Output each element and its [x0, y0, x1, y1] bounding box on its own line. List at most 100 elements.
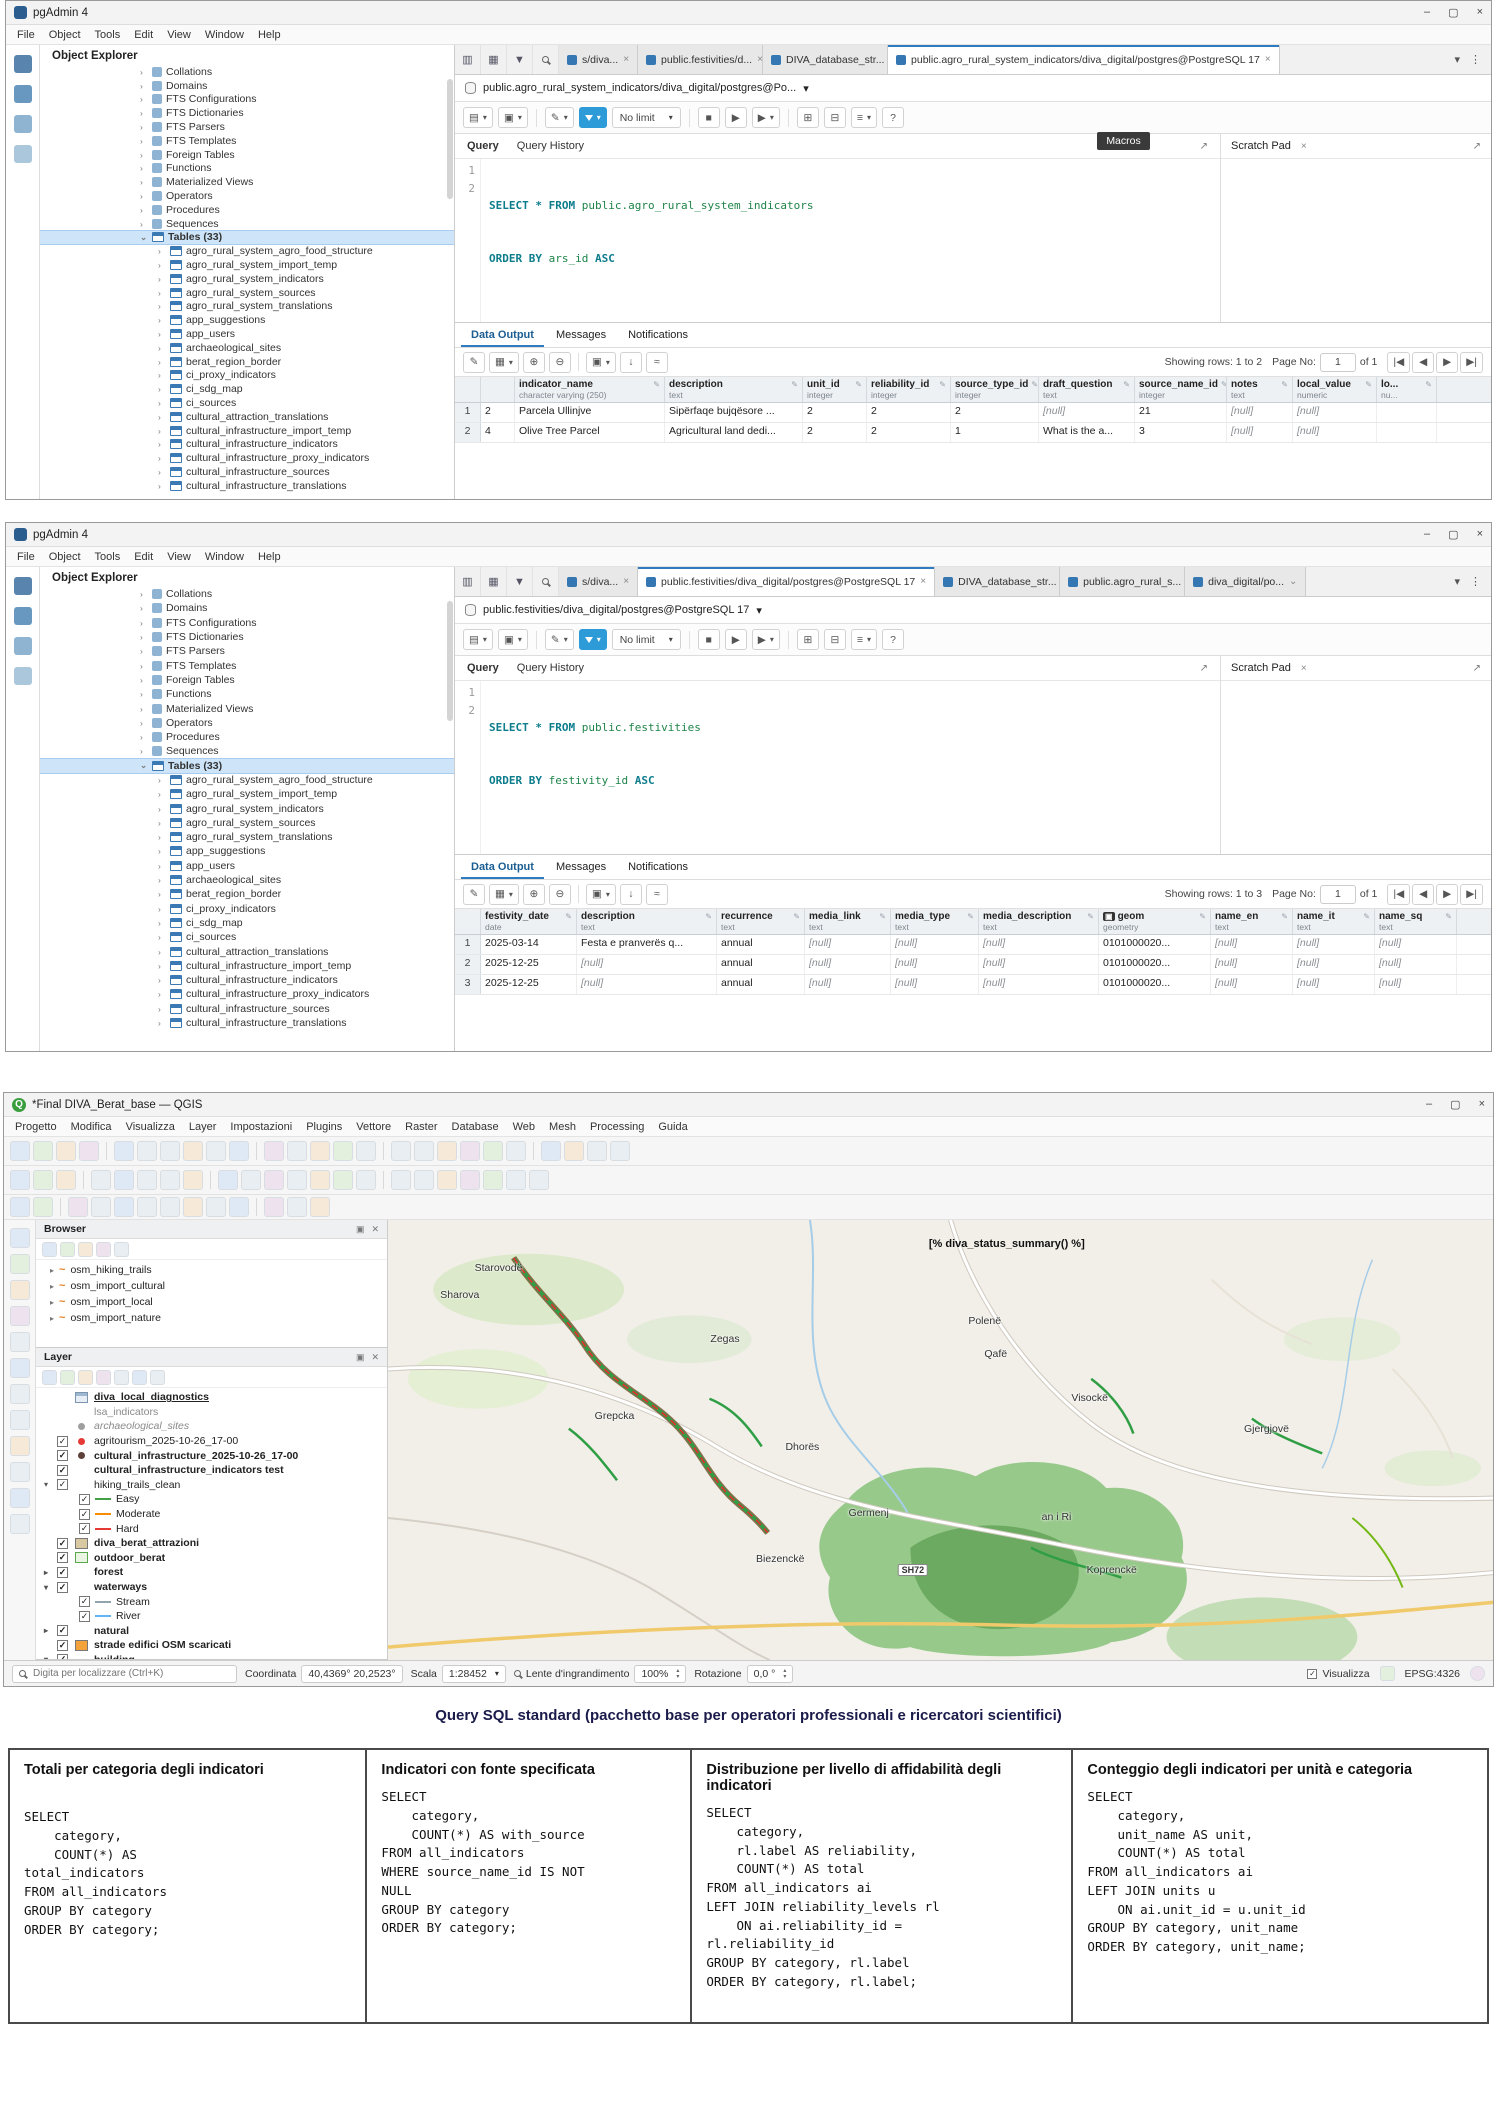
browser-item[interactable]: ▸ ~ osm_import_nature	[36, 1310, 387, 1326]
toolbar-icon[interactable]	[137, 1197, 157, 1217]
page-input[interactable]: 1	[1320, 353, 1356, 372]
chevron-right-icon[interactable]: ›	[140, 732, 148, 742]
chevron-right-icon[interactable]: ›	[158, 861, 166, 871]
chevron-right-icon[interactable]: ›	[158, 412, 166, 422]
tree-item[interactable]: › Procedures	[40, 203, 454, 217]
settings-icon[interactable]	[14, 145, 32, 163]
layer-item[interactable]: archaeological_sites	[36, 1419, 387, 1434]
panel-tool-icon[interactable]	[60, 1370, 75, 1385]
filter-icon[interactable]: ▼	[507, 45, 533, 74]
locator-input[interactable]	[31, 1667, 230, 1680]
copy-button[interactable]: ▦▾	[489, 352, 519, 373]
commit-button[interactable]: ⊞	[797, 629, 819, 650]
tree-item-table[interactable]: › app_suggestions	[40, 313, 454, 327]
tree-item[interactable]: › Sequences	[40, 217, 454, 231]
panel-tool-icon[interactable]	[60, 1242, 75, 1257]
layer-checkbox[interactable]	[79, 1611, 90, 1622]
table-row[interactable]: 1 2025-03-14 Festa e pranverës q... annu…	[455, 935, 1491, 955]
layer-checkbox[interactable]	[57, 1465, 68, 1476]
layer-checkbox[interactable]	[57, 1625, 68, 1636]
toolbar-icon[interactable]	[264, 1170, 284, 1190]
chevron-right-icon[interactable]: ›	[158, 370, 166, 380]
open-file-button[interactable]: ▤▾	[463, 629, 493, 650]
chevron-right-icon[interactable]: ›	[140, 718, 148, 728]
tab[interactable]: s/diva... ×	[559, 45, 638, 74]
browser-item[interactable]: ▸ ~ osm_import_local	[36, 1294, 387, 1310]
tool-icon[interactable]	[10, 1436, 30, 1456]
close-icon[interactable]	[1477, 528, 1483, 541]
maximize-icon[interactable]	[1448, 6, 1458, 19]
menu-item[interactable]: File	[10, 550, 42, 564]
tool-icon[interactable]	[10, 1488, 30, 1508]
tree-item[interactable]: › Procedures	[40, 730, 454, 744]
query-tool-icon[interactable]: ▥	[455, 567, 481, 596]
chevron-right-icon[interactable]: ›	[158, 1018, 166, 1028]
toolbar-icon[interactable]	[183, 1197, 203, 1217]
column-header[interactable]: media_description text	[979, 909, 1099, 934]
toolbar-icon[interactable]	[79, 1141, 99, 1161]
toolbar-icon[interactable]	[183, 1170, 203, 1190]
chevron-right-icon[interactable]: ›	[158, 357, 166, 367]
toolbar-icon[interactable]	[287, 1197, 307, 1217]
delete-button[interactable]: ⊖	[549, 884, 571, 905]
panel-tool-icon[interactable]	[150, 1370, 165, 1385]
expander-icon[interactable]	[44, 1655, 53, 1659]
rollback-button[interactable]: ⊟	[824, 107, 846, 128]
toolbar-icon[interactable]	[356, 1170, 376, 1190]
title-bar[interactable]: pgAdmin 4	[6, 1, 1491, 25]
column-header[interactable]: media_type text	[891, 909, 979, 934]
schema-diagram-icon[interactable]: ▦	[481, 45, 507, 74]
help-button[interactable]: ?	[882, 107, 904, 128]
tree-item-table[interactable]: › cultural_infrastructure_indicators	[40, 973, 454, 987]
menu-item[interactable]: Vettore	[349, 1120, 398, 1134]
menu-item[interactable]: Database	[445, 1120, 506, 1134]
chevron-right-icon[interactable]: ›	[140, 163, 148, 173]
toolbar-icon[interactable]	[160, 1170, 180, 1190]
save-button[interactable]: ▣▾	[498, 629, 528, 650]
download-button[interactable]: ↓	[620, 352, 642, 373]
column-header[interactable]: local_value numeric	[1293, 377, 1377, 402]
coordinate-value[interactable]: 40,4369° 20,2523°	[301, 1665, 402, 1683]
toolbar-icon[interactable]	[437, 1170, 457, 1190]
limit-select[interactable]: No limit▾	[612, 107, 681, 128]
tree-item-table[interactable]: › cultural_infrastructure_proxy_indicato…	[40, 987, 454, 1001]
stop-button[interactable]: ■	[698, 107, 720, 128]
first-page-button[interactable]: |◀	[1387, 352, 1410, 373]
tab[interactable]: s/diva... ×	[559, 567, 638, 596]
tab-query[interactable]: Query	[467, 140, 499, 152]
expander-icon[interactable]	[44, 1626, 53, 1635]
toolbar-icon[interactable]	[506, 1170, 526, 1190]
prev-page-button[interactable]: ◀	[1412, 352, 1434, 373]
layer-checkbox[interactable]	[57, 1582, 68, 1593]
chevron-right-icon[interactable]: ▸	[50, 1314, 54, 1323]
dashboard-icon[interactable]	[14, 577, 32, 595]
rollback-button[interactable]: ⊟	[824, 629, 846, 650]
more-options-icon[interactable]	[1470, 53, 1481, 66]
execute-button[interactable]: ▶	[725, 107, 747, 128]
magnifier-value[interactable]: 100%▴▾	[634, 1665, 686, 1683]
panel-tool-icon[interactable]	[114, 1370, 129, 1385]
toolbar-icon[interactable]	[241, 1170, 261, 1190]
paste-button[interactable]: ⊕	[523, 884, 545, 905]
chevron-down-icon[interactable]	[803, 82, 809, 95]
toolbar-icon[interactable]	[91, 1197, 111, 1217]
toolbar-icon[interactable]	[33, 1197, 53, 1217]
menu-item[interactable]: Progetto	[8, 1120, 64, 1134]
column-header[interactable]	[481, 377, 515, 402]
toolbar-icon[interactable]	[414, 1141, 434, 1161]
output-tab[interactable]: Notifications	[618, 323, 698, 347]
add-row-button[interactable]: ✎	[463, 352, 485, 373]
panel-tool-icon[interactable]	[96, 1242, 111, 1257]
menu-item[interactable]: Mesh	[542, 1120, 583, 1134]
layer-item[interactable]: cultural_infrastructure_indicators test	[36, 1463, 387, 1478]
menu-item[interactable]: Window	[198, 550, 251, 564]
package-icon[interactable]	[14, 115, 32, 133]
chevron-right-icon[interactable]: ▸	[50, 1266, 54, 1275]
filter-icon[interactable]: ▼	[507, 567, 533, 596]
chevron-right-icon[interactable]: ›	[158, 288, 166, 298]
tree-item-table[interactable]: › cultural_infrastructure_translations	[40, 1016, 454, 1030]
menu-item[interactable]: Help	[251, 550, 288, 564]
download-button[interactable]: ↓	[620, 884, 642, 905]
paste-button[interactable]: ⊕	[523, 352, 545, 373]
toolbar-icon[interactable]	[33, 1170, 53, 1190]
